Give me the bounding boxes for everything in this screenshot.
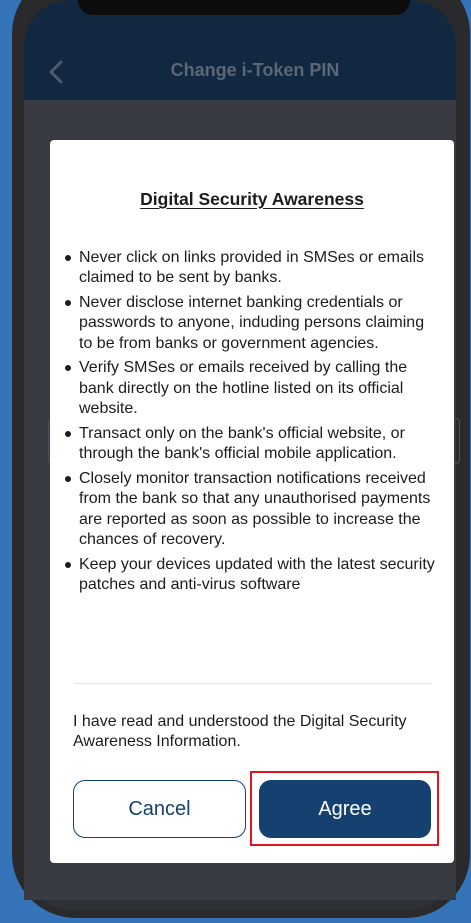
- bullet-icon: [65, 255, 71, 261]
- list-item-text: Closely monitor transaction notification…: [79, 469, 431, 549]
- back-button[interactable]: [44, 57, 70, 87]
- confirmation-text: I have read and understood the Digital S…: [73, 713, 407, 750]
- app-header: [24, 0, 456, 100]
- list-item: Never click on links provided in SMSes o…: [65, 248, 435, 289]
- list-item: Never disclose internet banking credenti…: [65, 293, 435, 354]
- list-item-text: Transact only on the bank's official web…: [79, 424, 405, 463]
- list-item: Transact only on the bank's official web…: [65, 424, 435, 465]
- chevron-left-icon: [49, 60, 63, 84]
- agree-button[interactable]: Agree: [259, 780, 431, 838]
- list-item-text: Never disclose internet banking credenti…: [79, 294, 425, 352]
- divider: [74, 683, 432, 684]
- phone-notch: [78, 0, 410, 15]
- list-item: Keep your devices updated with the lates…: [65, 555, 435, 596]
- list-item: Closely monitor transaction notification…: [65, 469, 435, 551]
- dialog-title: Digital Security Awareness: [140, 189, 364, 209]
- bullet-icon: [65, 430, 71, 437]
- list-item-text: Never click on links provided in SMSes o…: [79, 249, 425, 287]
- bullet-icon: [65, 561, 71, 568]
- list-item: Verify SMSes or emails received by calli…: [65, 358, 435, 419]
- list-item-text: Verify SMSes or emails received by calli…: [79, 359, 408, 418]
- screenshot-stage: Change i-Token PIN Digital Security Awar…: [0, 0, 471, 923]
- cancel-button[interactable]: Cancel: [73, 780, 246, 838]
- page-title: Change i-Token PIN: [170, 60, 340, 80]
- bullet-icon: [65, 475, 71, 482]
- bullet-icon: [65, 300, 71, 306]
- bullet-icon: [65, 365, 71, 372]
- security-awareness-dialog: Digital Security Awareness Never click o…: [50, 140, 454, 863]
- list-item-text: Keep your devices updated with the lates…: [79, 555, 435, 594]
- security-tips-list: Never click on links provided in SMSes o…: [65, 248, 435, 600]
